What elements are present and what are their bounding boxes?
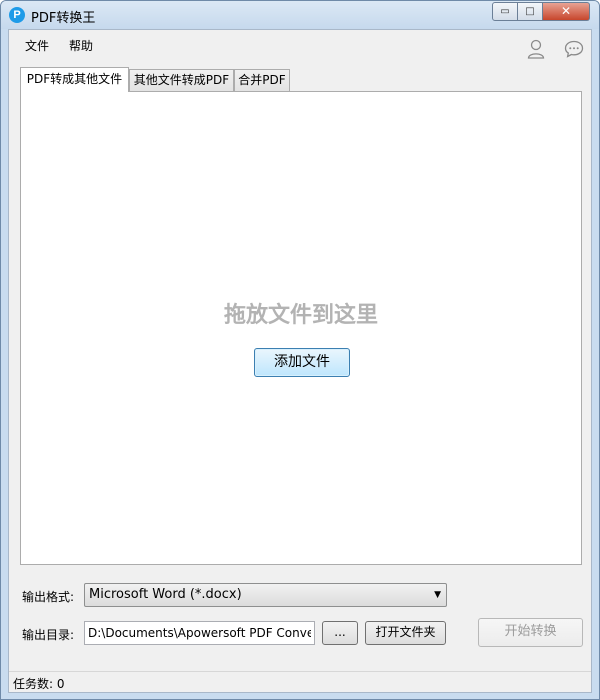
tab-pdf-to-other[interactable]: PDF转成其他文件: [20, 67, 129, 92]
minimize-icon: ▭: [500, 6, 510, 17]
menu-bar: 文件 帮助: [9, 30, 591, 60]
task-count: 任务数: 0: [13, 677, 65, 691]
maximize-icon: □: [525, 6, 535, 17]
add-file-button[interactable]: 添加文件: [254, 348, 350, 377]
output-dir-input[interactable]: [84, 621, 315, 645]
menu-file[interactable]: 文件: [25, 37, 49, 54]
status-bar: 任务数: 0: [9, 671, 591, 692]
output-format-label: 输出格式:: [22, 590, 75, 604]
app-logo-icon: P: [9, 7, 25, 23]
client-area: 文件 帮助 PDF转成其他文件 其他文件转成PDF 合并PDF 拖放文件到这里 …: [8, 29, 592, 693]
dropdown-arrow-icon: ▼: [434, 590, 441, 600]
maximize-button[interactable]: □: [518, 2, 543, 21]
browse-button[interactable]: ...: [322, 621, 358, 645]
title-bar[interactable]: P PDF转换王 ▭ □ ✕: [1, 1, 599, 29]
chat-icon[interactable]: [564, 40, 584, 58]
menu-help[interactable]: 帮助: [69, 37, 93, 54]
user-icon[interactable]: [527, 39, 545, 59]
start-convert-button[interactable]: 开始转换: [478, 618, 583, 647]
output-dir-label: 输出目录:: [22, 628, 75, 642]
drop-area[interactable]: 拖放文件到这里 添加文件: [20, 91, 582, 565]
open-folder-button[interactable]: 打开文件夹: [365, 621, 446, 645]
output-format-value: Microsoft Word (*.docx): [89, 587, 242, 602]
output-format-select[interactable]: Microsoft Word (*.docx) ▼: [84, 583, 447, 607]
drop-hint-text: 拖放文件到这里: [223, 303, 378, 328]
tab-merge-pdf[interactable]: 合并PDF: [234, 69, 290, 91]
tab-other-to-pdf[interactable]: 其他文件转成PDF: [129, 69, 234, 91]
minimize-button[interactable]: ▭: [492, 2, 518, 21]
close-button[interactable]: ✕: [543, 2, 590, 21]
app-window: P PDF转换王 ▭ □ ✕ 文件 帮助 PDF转成其他文件 其他文件转成PDF…: [0, 0, 600, 700]
window-title: PDF转换王: [31, 11, 96, 26]
close-icon: ✕: [560, 4, 572, 18]
